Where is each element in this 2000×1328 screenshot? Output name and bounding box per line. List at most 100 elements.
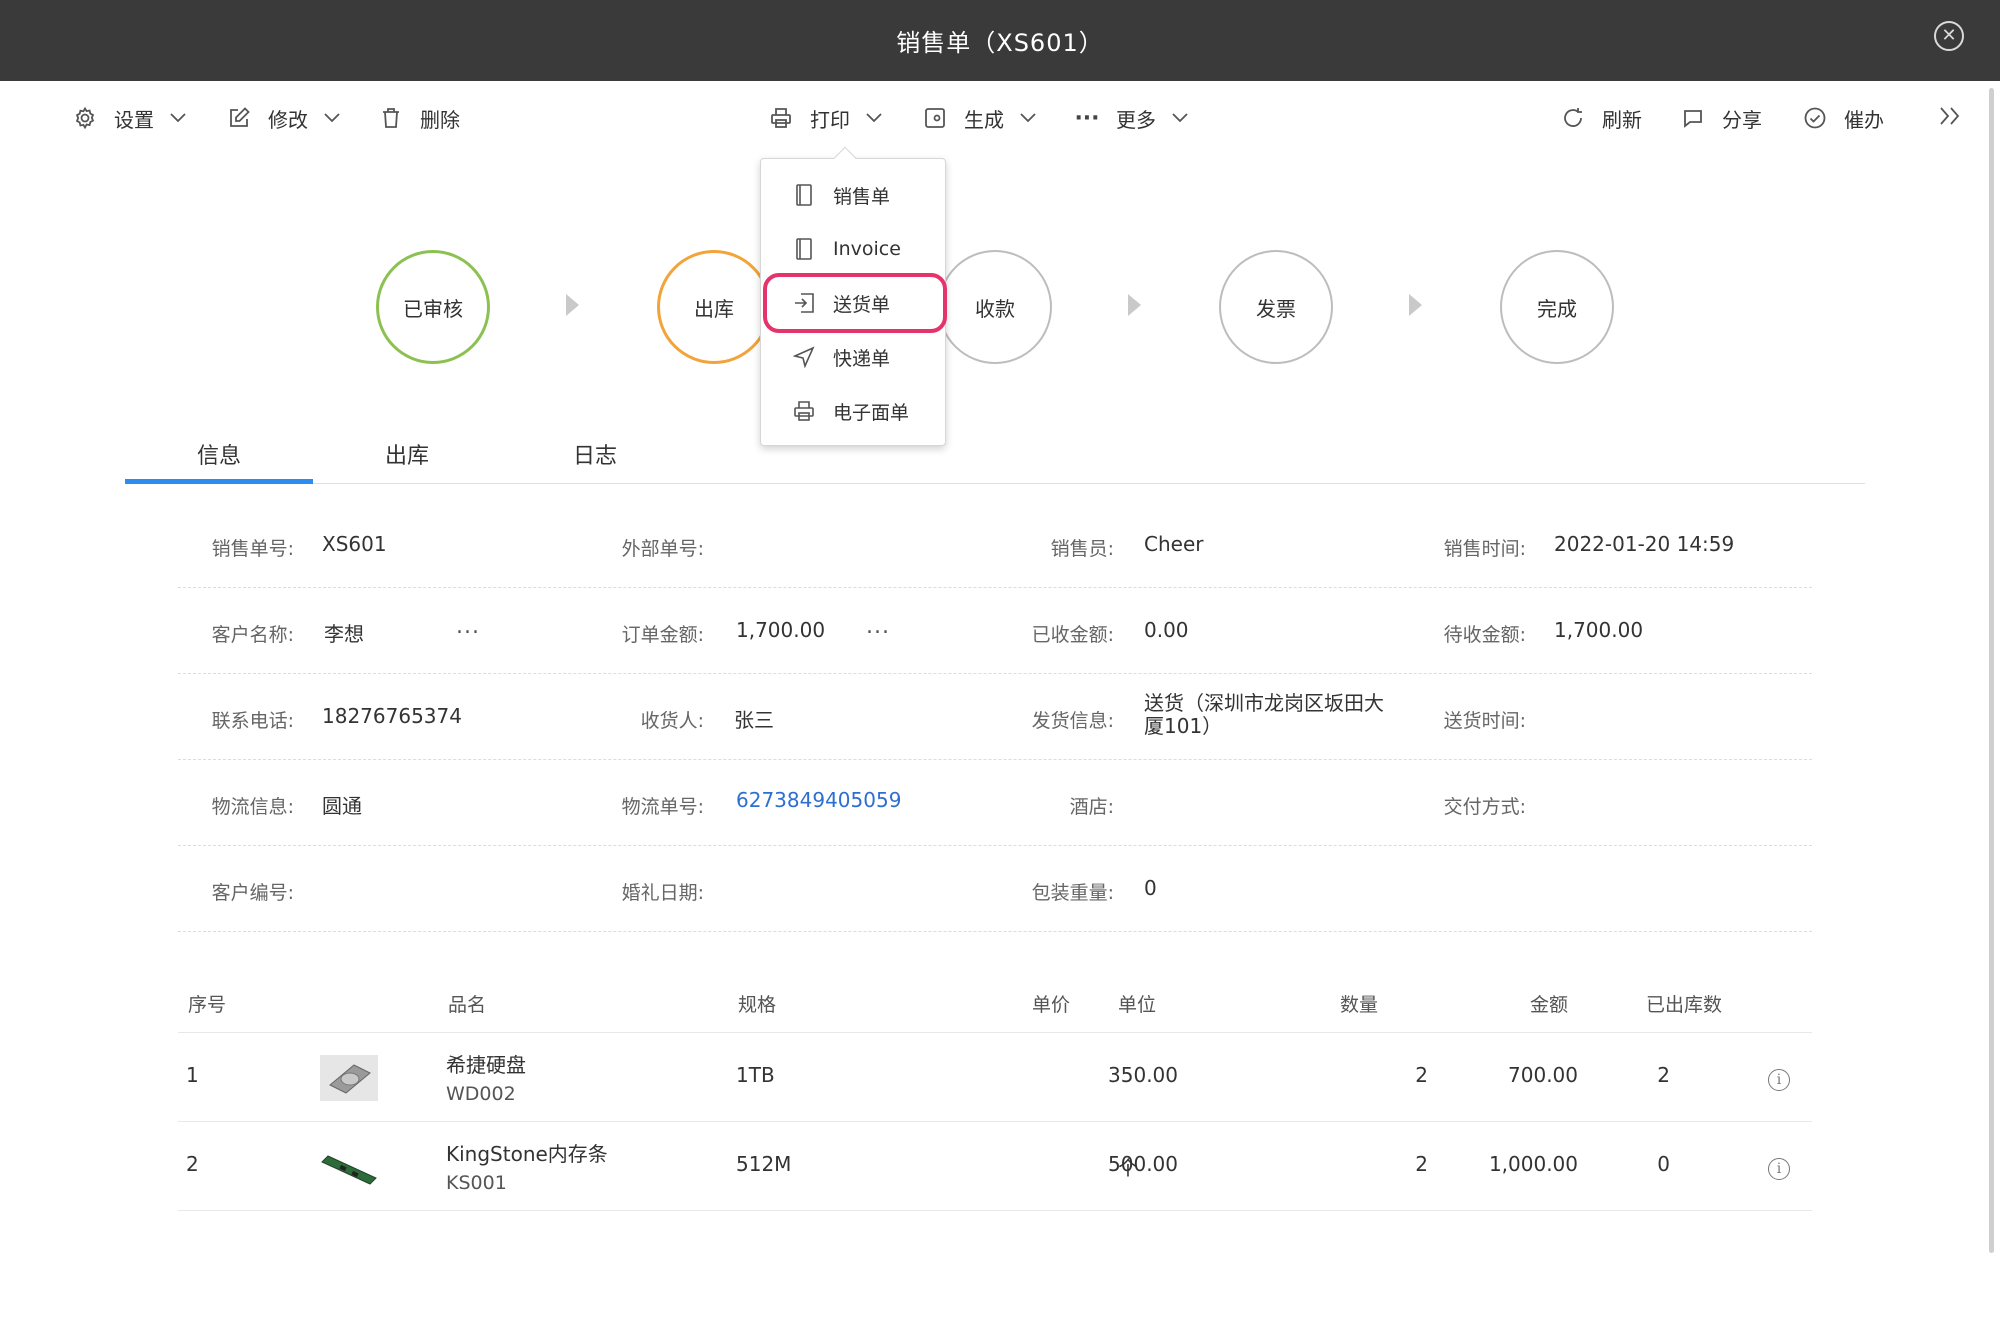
step-invoice: 发票 [1219,250,1333,364]
info-icon[interactable]: i [1768,1069,1790,1091]
print-menu-express[interactable]: 快递单 [761,331,947,383]
menu-item-label: 销售单 [833,185,891,208]
delivery-time-label: 送货时间: [1443,710,1526,732]
table-row: 2 KingStone内存条 KS001 512M 500.00 个 2 1,0… [178,1122,1812,1211]
order-no-label: 销售单号: [211,538,294,560]
refresh-button[interactable]: 刷新 [1560,101,1642,135]
document-icon [793,238,815,260]
chat-bubble-icon [1680,105,1706,131]
step-label: 出库 [694,296,734,321]
print-menu-delivery-note[interactable]: 送货单 [763,273,947,333]
close-icon[interactable]: ✕ [1934,21,1964,51]
logistics-label: 物流信息: [211,796,294,818]
col-header-name: 品名 [448,994,487,1016]
chevron-down-icon [1020,110,1036,126]
share-label: 分享 [1722,107,1762,132]
ellipsis-icon: ··· [1074,105,1100,131]
info-row: 销售单号: XS601 外部单号: 销售员: Cheer 销售时间: 2022-… [178,502,1812,588]
refresh-label: 刷新 [1602,107,1642,132]
quantity: 2 [1415,1063,1428,1087]
ship-info-line: 送货（深圳市龙岗区坂田大 [1144,691,1384,715]
chevron-down-icon [866,110,882,126]
received-value: 0.00 [1144,618,1189,642]
row-no: 2 [186,1152,199,1176]
unit-price: 350.00 [1108,1063,1178,1087]
product-code: WD002 [446,1083,516,1105]
step-label: 收款 [975,296,1015,321]
delete-button[interactable]: 删除 [378,101,460,135]
tab-outbound[interactable]: 出库 [313,430,501,484]
edit-button[interactable]: 修改 [226,101,340,135]
more-label: 更多 [1116,107,1156,132]
receiver-label: 收货人: [640,710,704,732]
product-spec: 512M [736,1152,792,1176]
wallet-icon [922,105,948,131]
step-complete: 完成 [1500,250,1614,364]
urge-label: 催办 [1844,107,1884,132]
edit-label: 修改 [268,107,308,132]
wedding-date-label: 婚礼日期: [621,882,704,904]
salesperson-value: Cheer [1144,532,1204,556]
order-amount-value: 1,700.00 [736,618,826,642]
title-bar: 销售单（XS601） ✕ [0,0,2000,81]
tab-bar: 信息 出库 日志 [125,430,1865,484]
info-icon[interactable]: i [1768,1158,1790,1180]
urge-button[interactable]: 催办 [1802,101,1884,135]
step-label: 完成 [1537,296,1577,321]
more-button[interactable]: ··· 更多 [1074,101,1188,135]
printer-icon [768,105,794,131]
expand-button[interactable] [1938,101,1962,135]
print-menu-invoice[interactable]: Invoice [761,223,947,275]
product-name: 希捷硬盘 [446,1053,526,1077]
hotel-label: 酒店: [1069,796,1114,818]
sale-time-value: 2022-01-20 14:59 [1554,532,1735,556]
settings-label: 设置 [114,107,154,132]
customer-more-button[interactable]: ... [456,614,480,639]
delete-label: 删除 [420,107,460,132]
shipped-qty: 2 [1657,1063,1670,1087]
col-header-spec: 规格 [738,994,777,1016]
window-title: 销售单（XS601） [896,29,1104,57]
print-menu-sales-order[interactable]: 销售单 [761,169,947,221]
amount-more-button[interactable]: ... [866,614,890,639]
tracking-link[interactable]: 6273849405059 [736,788,901,812]
package-weight-label: 包装重量: [1031,882,1114,904]
tab-info[interactable]: 信息 [125,430,313,484]
product-name: KingStone内存条 [446,1142,608,1166]
printer-icon [793,400,815,422]
print-button[interactable]: 打印 [768,101,882,135]
menu-item-label: 送货单 [833,293,891,316]
toolbar: 设置 修改 删除 打印 生成 ··· 更多 刷新 分享 催办 [0,81,2000,153]
info-row: 物流信息: 圆通 物流单号: 6273849405059 酒店: 交付方式: [178,760,1812,846]
step-label: 已审核 [403,296,463,321]
trash-icon [378,105,404,131]
received-label: 已收金额: [1031,624,1114,646]
tab-log[interactable]: 日志 [501,430,689,484]
share-button[interactable]: 分享 [1680,101,1762,135]
pending-label: 待收金额: [1443,624,1526,646]
gear-icon [72,105,98,131]
generate-button[interactable]: 生成 [922,101,1036,135]
info-row: 客户名称: 李想 ... 订单金额: 1,700.00 ... 已收金额: 0.… [178,588,1812,674]
settings-button[interactable]: 设置 [72,101,186,135]
sale-time-label: 销售时间: [1443,538,1526,560]
customer-value: 李想 [324,622,364,646]
amount: 1,000.00 [1488,1152,1578,1176]
info-row: 客户编号: 婚礼日期: 包装重量: 0 [178,846,1812,932]
print-dropdown-menu: 销售单 Invoice 送货单 快递单 电子面单 [760,146,947,446]
memory-module-thumbnail [320,1144,378,1190]
step-approved: 已审核 [376,250,490,364]
phone-value: 18276765374 [322,704,462,728]
customer-no-label: 客户编号: [211,882,294,904]
check-circle-icon [1802,105,1828,131]
col-header-qty: 数量 [1340,994,1379,1016]
col-header-shipped: 已出库数 [1646,994,1723,1016]
order-no-value: XS601 [322,532,387,556]
step-outbound: 出库 [657,250,771,364]
info-row: 联系电话: 18276765374 收货人: 张三 发货信息: 送货（深圳市龙岗… [178,674,1812,760]
table-row: 1 希捷硬盘 WD002 1TB 350.00 2 700.00 2 i [178,1033,1812,1122]
external-no-label: 外部单号: [621,538,704,560]
salesperson-label: 销售员: [1050,538,1114,560]
vertical-scrollbar[interactable] [1989,88,1994,1253]
step-arrow [566,294,579,316]
